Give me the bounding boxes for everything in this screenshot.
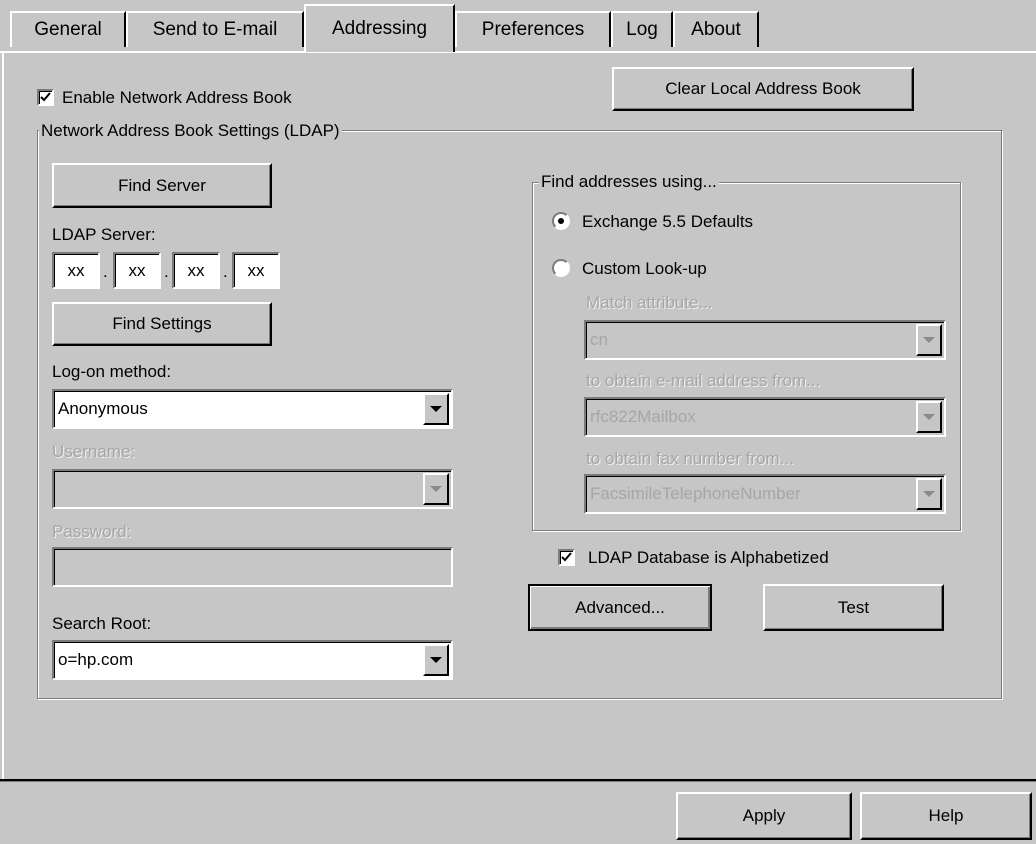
ldap-server-octet-4[interactable]: xx [232,252,280,289]
custom-lookup-label[interactable]: Custom Look-up [582,259,707,279]
tab-log[interactable]: Log [611,11,673,47]
ldap-settings-group-title: Network Address Book Settings (LDAP) [39,121,342,141]
logon-method-label: Log-on method: [52,362,172,381]
logon-method-value: Anonymous [58,399,148,418]
search-root-label: Search Root: [52,614,152,633]
exchange-defaults-radio[interactable] [552,212,570,230]
ip-separator: . [103,262,108,281]
ldap-alphabetized-checkbox[interactable] [558,549,575,566]
tab-label: Preferences [481,19,585,40]
chevron-down-icon[interactable] [423,473,449,505]
email-source-select[interactable]: rfc822Mailbox [584,397,946,437]
tab-about[interactable]: About [673,11,759,47]
tab-label: Log [626,19,658,40]
apply-button[interactable]: Apply [676,792,852,840]
chevron-down-icon[interactable] [916,478,942,510]
ldap-server-octet-3[interactable]: xx [172,252,220,289]
username-label: Username: [52,442,136,461]
ldap-server-label: LDAP Server: [52,225,156,244]
tab-label: Send to E-mail [152,19,278,40]
email-source-label: to obtain e-mail address from... [586,371,821,390]
find-server-button[interactable]: Find Server [52,163,272,208]
tab-send-to-email[interactable]: Send to E-mail [126,11,304,47]
tab-label: Addressing [331,18,428,39]
search-root-value: o=hp.com [58,650,134,669]
search-root-select[interactable]: o=hp.com [52,640,453,680]
enable-network-address-book-checkbox[interactable] [37,89,54,106]
exchange-defaults-label[interactable]: Exchange 5.5 Defaults [582,212,753,232]
chevron-down-icon[interactable] [916,401,942,433]
match-attribute-value: cn [590,330,608,349]
tab-label: About [691,19,741,40]
custom-lookup-radio[interactable] [552,259,570,277]
radio-dot-icon [558,218,564,224]
check-icon [40,92,51,102]
password-label: Password: [52,522,132,541]
chevron-down-icon[interactable] [916,324,942,356]
ldap-server-octet-2[interactable]: xx [113,252,161,289]
test-button[interactable]: Test [763,584,944,631]
fax-source-select[interactable]: FacsimileTelephoneNumber [584,474,946,514]
enable-network-address-book-label[interactable]: Enable Network Address Book [62,88,292,108]
tab-preferences[interactable]: Preferences [455,11,611,47]
chevron-down-icon[interactable] [423,644,449,676]
find-addresses-group-title: Find addresses using... [539,172,719,192]
ldap-server-octet-1[interactable]: xx [52,252,100,289]
tab-label: General [34,19,102,40]
chevron-down-icon[interactable] [423,393,449,425]
clear-local-address-book-button[interactable]: Clear Local Address Book [612,67,914,111]
ip-separator: . [164,262,169,281]
password-field[interactable] [52,547,453,587]
tab-addressing[interactable]: Addressing [304,4,455,52]
check-icon [561,552,572,562]
footer-divider-shadow [0,781,1036,782]
tab-general[interactable]: General [10,11,126,47]
match-attribute-select[interactable]: cn [584,320,946,360]
help-button[interactable]: Help [860,792,1032,840]
find-settings-button[interactable]: Find Settings [52,302,272,346]
ip-separator: . [223,262,228,281]
fax-source-value: FacsimileTelephoneNumber [590,484,801,503]
username-select[interactable] [52,469,453,509]
email-source-value: rfc822Mailbox [590,407,696,426]
ldap-alphabetized-label[interactable]: LDAP Database is Alphabetized [588,548,829,568]
fax-source-label: to obtain fax number from... [586,449,794,468]
advanced-button[interactable]: Advanced... [528,584,712,631]
logon-method-select[interactable]: Anonymous [52,389,453,429]
match-attribute-label: Match attribute... [586,293,713,312]
